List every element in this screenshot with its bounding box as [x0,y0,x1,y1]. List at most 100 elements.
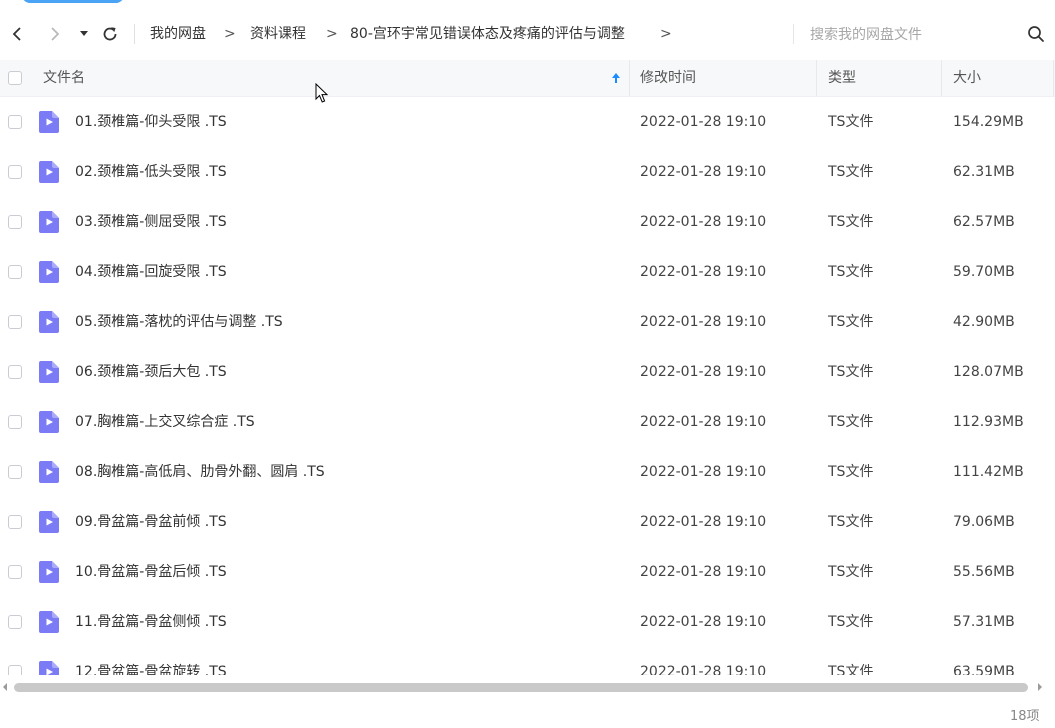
search-input[interactable] [808,22,1012,48]
file-size: 79.06MB [953,514,1015,530]
file-type: TS文件 [828,614,874,630]
file-size: 154.29MB [953,114,1024,130]
refresh-icon [103,27,117,41]
row-checkbox[interactable] [8,365,22,379]
file-name[interactable]: 04.颈椎篇-回旋受限 .TS [75,247,227,297]
table-row[interactable]: 09.骨盆篇-骨盆前倾 .TS 2022-01-28 19:10 TS文件 79… [0,497,1055,547]
file-name[interactable]: 10.骨盆篇-骨盆后倾 .TS [75,547,227,597]
scrollbar-thumb[interactable] [14,683,1028,692]
row-checkbox[interactable] [8,465,22,479]
video-file-icon [39,511,59,533]
file-type: TS文件 [828,164,874,180]
file-modified-time: 2022-01-28 19:10 [640,114,767,130]
file-name[interactable]: 01.颈椎篇-仰头受限 .TS [75,97,227,147]
breadcrumb-current-folder[interactable]: 80-宫环宇常见错误体态及疼痛的评估与调整 [350,22,625,46]
row-checkbox[interactable] [8,565,22,579]
breadcrumb-my-drive[interactable]: 我的网盘 [150,22,206,46]
table-row[interactable]: 02.颈椎篇-低头受限 .TS 2022-01-28 19:10 TS文件 62… [0,147,1055,197]
refresh-button[interactable] [98,20,122,48]
column-header-name[interactable]: 文件名 [43,60,85,96]
video-file-icon [39,261,59,283]
file-type: TS文件 [828,564,874,580]
file-type: TS文件 [828,364,874,380]
column-header-type[interactable]: 类型 [828,60,856,96]
sort-up-arrow-icon[interactable] [609,70,623,86]
file-size: 112.93MB [953,414,1024,430]
table-row[interactable]: 10.骨盆篇-骨盆后倾 .TS 2022-01-28 19:10 TS文件 55… [0,547,1055,597]
file-name[interactable]: 07.胸椎篇-上交叉综合症 .TS [75,397,255,447]
video-file-icon [39,561,59,583]
toolbar: 我的网盘 > 资料课程 > 80-宫环宇常见错误体态及疼痛的评估与调整 > [0,12,1055,56]
file-modified-time: 2022-01-28 19:10 [640,614,767,630]
file-name[interactable]: 09.骨盆篇-骨盆前倾 .TS [75,497,227,547]
file-modified-time: 2022-01-28 19:10 [640,514,767,530]
row-checkbox[interactable] [8,665,22,675]
file-size: 59.70MB [953,264,1015,280]
file-name[interactable]: 05.颈椎篇-落枕的评估与调整 .TS [75,297,283,347]
video-file-icon [39,611,59,633]
video-file-icon [39,111,59,133]
row-checkbox[interactable] [8,615,22,629]
select-all-checkbox[interactable] [8,71,22,85]
row-checkbox[interactable] [8,265,22,279]
breadcrumb-course-materials[interactable]: 资料课程 [250,22,306,46]
file-size: 42.90MB [953,314,1015,330]
toolbar-divider [134,24,135,44]
file-list: 01.颈椎篇-仰头受限 .TS 2022-01-28 19:10 TS文件 15… [0,97,1055,675]
search-button[interactable] [1024,22,1048,46]
scroll-right-arrow-icon[interactable] [1035,682,1045,692]
row-checkbox[interactable] [8,115,22,129]
table-row[interactable]: 11.骨盆篇-骨盆侧倾 .TS 2022-01-28 19:10 TS文件 57… [0,597,1055,647]
file-size: 128.07MB [953,364,1024,380]
table-header: 文件名 修改时间 类型 大小 [0,60,1055,97]
table-row[interactable]: 01.颈椎篇-仰头受限 .TS 2022-01-28 19:10 TS文件 15… [0,97,1055,147]
row-checkbox[interactable] [8,215,22,229]
breadcrumb-separator: > [224,26,236,42]
file-name[interactable]: 03.颈椎篇-侧屈受限 .TS [75,197,227,247]
table-row[interactable]: 06.颈椎篇-颈后大包 .TS 2022-01-28 19:10 TS文件 12… [0,347,1055,397]
video-file-icon [39,361,59,383]
caret-down-icon [80,31,88,36]
top-tab-indicator [22,0,124,3]
video-file-icon [39,461,59,483]
row-checkbox[interactable] [8,165,22,179]
file-modified-time: 2022-01-28 19:10 [640,314,767,330]
file-type: TS文件 [828,514,874,530]
row-checkbox[interactable] [8,515,22,529]
forward-button[interactable] [44,20,66,48]
file-type: TS文件 [828,414,874,430]
file-modified-time: 2022-01-28 19:10 [640,664,767,675]
column-header-size[interactable]: 大小 [953,60,981,96]
file-modified-time: 2022-01-28 19:10 [640,264,767,280]
file-name[interactable]: 11.骨盆篇-骨盆侧倾 .TS [75,597,227,647]
table-row[interactable]: 07.胸椎篇-上交叉综合症 .TS 2022-01-28 19:10 TS文件 … [0,397,1055,447]
row-checkbox[interactable] [8,315,22,329]
scroll-left-arrow-icon[interactable] [0,682,10,692]
file-name[interactable]: 12.骨盆篇-骨盆旋转 .TS [75,647,227,675]
file-modified-time: 2022-01-28 19:10 [640,464,767,480]
column-divider [816,60,817,96]
row-checkbox[interactable] [8,415,22,429]
file-type: TS文件 [828,464,874,480]
file-size: 57.31MB [953,614,1015,630]
file-size: 63.59MB [953,664,1015,675]
file-modified-time: 2022-01-28 19:10 [640,364,767,380]
table-row[interactable]: 12.骨盆篇-骨盆旋转 .TS 2022-01-28 19:10 TS文件 63… [0,647,1055,675]
file-size: 111.42MB [953,464,1024,480]
table-row[interactable]: 08.胸椎篇-高低肩、肋骨外翻、圆肩 .TS 2022-01-28 19:10 … [0,447,1055,497]
file-type: TS文件 [828,664,874,675]
table-row[interactable]: 05.颈椎篇-落枕的评估与调整 .TS 2022-01-28 19:10 TS文… [0,297,1055,347]
horizontal-scrollbar[interactable] [0,680,1055,694]
file-name[interactable]: 02.颈椎篇-低头受限 .TS [75,147,227,197]
table-row[interactable]: 03.颈椎篇-侧屈受限 .TS 2022-01-28 19:10 TS文件 62… [0,197,1055,247]
file-name[interactable]: 06.颈椎篇-颈后大包 .TS [75,347,227,397]
table-row[interactable]: 04.颈椎篇-回旋受限 .TS 2022-01-28 19:10 TS文件 59… [0,247,1055,297]
history-dropdown[interactable] [76,20,92,48]
item-count: 18项 [1010,709,1040,724]
chevron-left-icon [12,27,21,41]
column-header-modified-time[interactable]: 修改时间 [640,60,696,96]
breadcrumb-separator: > [660,26,672,42]
back-button[interactable] [6,20,28,48]
file-type: TS文件 [828,114,874,130]
file-name[interactable]: 08.胸椎篇-高低肩、肋骨外翻、圆肩 .TS [75,447,325,497]
